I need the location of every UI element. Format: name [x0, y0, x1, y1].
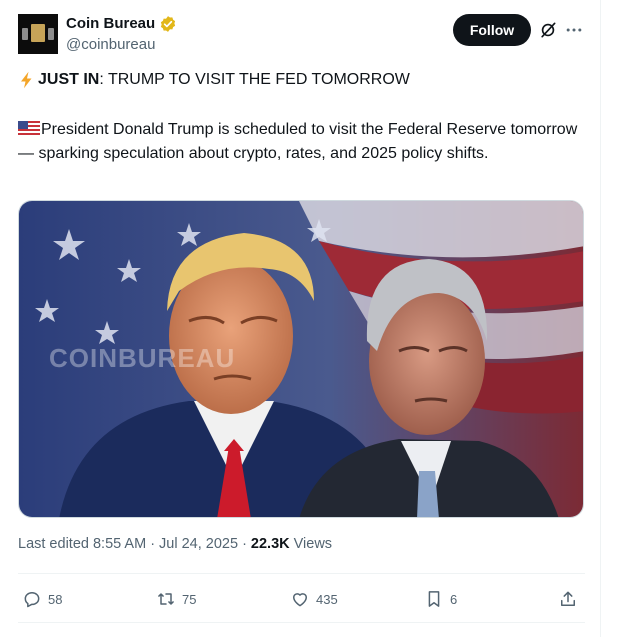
post-media-image[interactable]: COINBUREAU: [18, 200, 584, 518]
like-button[interactable]: 435: [290, 586, 338, 612]
author-display-name[interactable]: Coin Bureau: [66, 14, 155, 34]
avatar-logo-mark: [31, 24, 45, 42]
avatar[interactable]: [18, 14, 58, 54]
post-header: Coin Bureau @coinbureau Follow: [18, 14, 595, 58]
repost-icon: [158, 593, 174, 605]
more-options-icon[interactable]: [564, 20, 584, 40]
action-bar: 58 75 435 6: [18, 586, 584, 612]
author-display-name-row[interactable]: Coin Bureau: [66, 14, 177, 34]
bookmark-icon: [428, 591, 440, 607]
post-headline: JUST IN: TRUMP TO VISIT THE FED TOMORROW: [18, 70, 410, 90]
headline-bold-text: JUST IN: [38, 71, 100, 88]
repost-count: 75: [182, 591, 197, 607]
avatar-logo-mark: [48, 28, 54, 40]
follow-button[interactable]: Follow: [453, 14, 531, 46]
edited-timestamp[interactable]: Last edited 8:55 AM · Jul 24, 2025 ·: [18, 536, 247, 552]
divider: [18, 622, 585, 623]
repost-button[interactable]: 75: [156, 586, 196, 612]
share-icon: [561, 591, 575, 606]
reply-count: 58: [48, 591, 63, 607]
media-watermark: COINBUREAU: [49, 343, 236, 373]
verified-badge-icon: [161, 16, 176, 32]
avatar-logo-mark: [22, 28, 28, 40]
post-body-text: President Donald Trump is scheduled to v…: [18, 121, 578, 162]
views-label: Views: [293, 536, 333, 552]
share-button[interactable]: [558, 586, 578, 612]
reply-icon: [24, 592, 40, 608]
views-count: 22.3K: [250, 536, 290, 552]
reply-button[interactable]: 58: [22, 586, 62, 612]
like-count: 435: [316, 591, 338, 607]
author-names: Coin Bureau @coinbureau: [66, 14, 177, 55]
post-body: President Donald Trump is scheduled to v…: [18, 118, 578, 166]
author-handle[interactable]: @coinbureau: [66, 35, 177, 55]
bookmark-button[interactable]: 6: [424, 586, 457, 612]
heart-icon: [293, 593, 307, 607]
divider: [18, 573, 585, 574]
bookmark-count: 6: [450, 591, 458, 607]
post-meta: Last edited 8:55 AM · Jul 24, 2025 · 22.…: [18, 536, 332, 552]
lightning-bolt-icon: [21, 71, 32, 89]
grok-icon[interactable]: [538, 20, 558, 40]
headline-text: : TRUMP TO VISIT THE FED TOMORROW: [99, 71, 410, 88]
us-flag-icon: [18, 121, 40, 135]
timeline-border: [600, 0, 601, 637]
